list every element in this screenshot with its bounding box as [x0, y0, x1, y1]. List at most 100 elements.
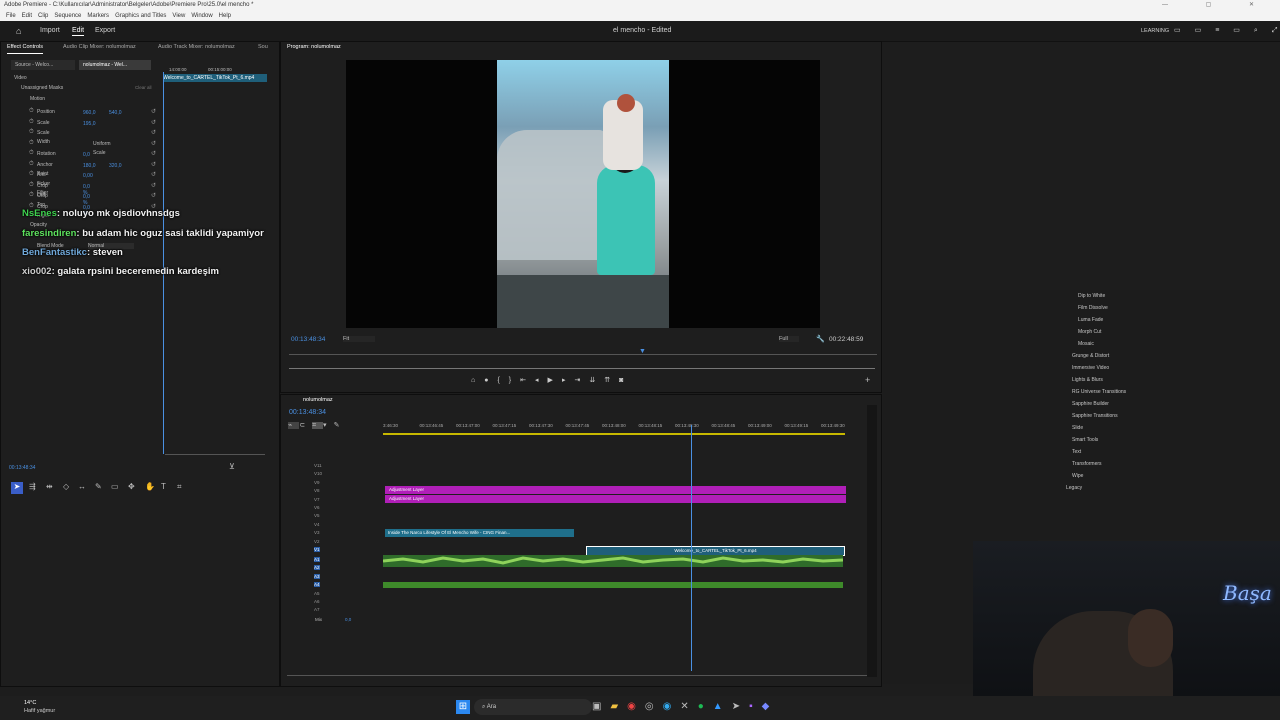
track-header-v1[interactable]: V1	[314, 547, 320, 552]
prop-value-1[interactable]: 960,0	[83, 110, 96, 116]
timeline-tab[interactable]: nolumolmaz	[303, 397, 333, 403]
track-header-v2[interactable]: V2	[314, 539, 320, 544]
audio-clip-a1[interactable]	[383, 555, 843, 567]
menu-item-view[interactable]: View	[172, 13, 185, 19]
stopwatch-icon[interactable]: ⏱	[29, 140, 34, 147]
add-button-icon[interactable]: +	[865, 375, 870, 385]
photos-icon[interactable]: ▲	[713, 701, 732, 712]
reset-icon[interactable]: ↺	[151, 119, 156, 126]
selection-tool-icon[interactable]: ➤	[11, 482, 23, 494]
spotify-icon[interactable]: ●	[698, 701, 713, 712]
program-zoom-bar[interactable]	[289, 368, 875, 369]
reset-icon[interactable]: ↺	[151, 140, 156, 147]
ec-playhead[interactable]	[163, 72, 164, 454]
track-header-a4[interactable]: A4	[314, 582, 320, 588]
timeline-ruler[interactable]: 3:46:30 00:13:46:45 00:13:47:00 00:13:47:15…	[383, 423, 845, 433]
edit-tab[interactable]: Edit	[72, 21, 85, 36]
program-playhead-icon[interactable]: ▼	[639, 348, 646, 355]
reset-icon[interactable]: ↺	[151, 161, 156, 168]
header-icons[interactable]: ▭▭≡▭⌕⤢	[1174, 21, 1280, 41]
effect-folder[interactable]: RG Universe Transitions	[1072, 389, 1126, 395]
menu-item-sequence[interactable]: Sequence	[54, 13, 81, 19]
mix-value[interactable]: 0,0	[345, 617, 351, 622]
learning-button[interactable]: LEARNING	[1141, 21, 1169, 41]
stopwatch-icon[interactable]: ⏱	[29, 129, 34, 136]
effect-folder[interactable]: Text	[1072, 449, 1081, 455]
track-header-v9[interactable]: V9	[314, 480, 320, 485]
effect-folder[interactable]: Grunge & Distort	[1072, 353, 1109, 359]
sequence-tab[interactable]: nolumolmaz - Wel...	[79, 60, 151, 70]
tab-audio-clip-mixer[interactable]: Audio Clip Mixer: nolumolmaz	[63, 42, 136, 53]
effect-folder[interactable]: Lights & Blurs	[1072, 377, 1103, 383]
effect-folder[interactable]: Sapphire Transitions	[1072, 413, 1118, 419]
menu-item-window[interactable]: Window	[191, 13, 212, 19]
track-header-a5[interactable]: A5	[314, 591, 320, 596]
track-header-a1[interactable]: A1	[314, 557, 320, 562]
effect-folder[interactable]: Immersive Video	[1072, 365, 1109, 371]
effect-item[interactable]: Mosaic	[1078, 341, 1094, 347]
snap-icon[interactable]: ⌁	[288, 422, 300, 429]
premiere-icon[interactable]: ▪	[749, 701, 762, 712]
taskbar-search[interactable]: ⌕ Ara	[474, 699, 592, 715]
ec-clip-bar[interactable]: Welcome_to_CARTEL_TikTok_Pt_6.mp4	[163, 74, 267, 82]
track-header-v11[interactable]: V11	[314, 463, 322, 468]
prop-value-1[interactable]: 195,0	[83, 121, 96, 127]
track-header-a2[interactable]: A2	[314, 565, 320, 571]
program-tab[interactable]: Program: nolumolmaz	[287, 44, 341, 50]
track-header-v3[interactable]: V3	[314, 530, 320, 535]
reset-icon[interactable]: ↺	[151, 108, 156, 115]
steam-icon[interactable]: ◎	[645, 701, 663, 712]
marker-icon[interactable]: ▾	[323, 422, 334, 429]
menu-item-help[interactable]: Help	[219, 13, 231, 19]
resolution-select[interactable]: Full	[779, 336, 799, 342]
menu-item-graphics-and-titles[interactable]: Graphics and Titles	[115, 13, 166, 19]
effect-folder[interactable]: Sapphire Builder	[1072, 401, 1109, 407]
step-forward-icon[interactable]: ▸⇥	[562, 377, 589, 384]
import-tab[interactable]: Import	[40, 21, 60, 41]
effect-item[interactable]: Morph Cut	[1078, 329, 1101, 335]
track-header-a7[interactable]: A7	[314, 607, 320, 612]
discord-icon[interactable]: ◆	[762, 701, 779, 712]
pen-tool-icon[interactable]: ✎	[95, 482, 102, 491]
razor-tool-icon[interactable]: ◇	[63, 482, 69, 491]
excel-icon[interactable]: ✕	[680, 701, 697, 712]
track-header-v7[interactable]: V7	[314, 497, 320, 502]
reset-icon[interactable]: ↺	[151, 171, 156, 178]
stopwatch-icon[interactable]: ⏱	[29, 182, 34, 189]
reset-icon[interactable]: ↺	[151, 150, 156, 157]
rectangle-tool-icon[interactable]: ▭	[111, 482, 119, 491]
effect-folder[interactable]: Smart Tools	[1072, 437, 1098, 443]
export-tab[interactable]: Export	[95, 21, 115, 41]
clear-all-button[interactable]: Clear all	[135, 85, 152, 90]
menu-item-edit[interactable]: Edit	[22, 13, 32, 19]
lift-extract-icon[interactable]: ⇊⇈	[589, 377, 619, 384]
track-header-a3[interactable]: A3	[314, 573, 320, 579]
effect-folder[interactable]: Slide	[1072, 425, 1083, 431]
effect-item[interactable]: Film Dissolve	[1078, 305, 1108, 311]
track-header-v4[interactable]: V4	[314, 522, 320, 527]
stopwatch-icon[interactable]: ⏱	[29, 171, 34, 178]
start-icon[interactable]: ⊞	[456, 700, 470, 714]
effect-folder[interactable]: Legacy	[1066, 485, 1082, 491]
marker-icon[interactable]: ●	[484, 377, 497, 384]
stopwatch-icon[interactable]: ⏱	[29, 119, 34, 126]
v3-clip[interactable]: Inside The Narco Lifestyle Of El Mencho …	[385, 529, 574, 537]
reset-icon[interactable]: ↺	[151, 182, 156, 189]
caption-tool-icon[interactable]: ⌗	[177, 482, 182, 492]
work-area-bar[interactable]	[383, 433, 845, 435]
track-header-v8[interactable]: V8	[314, 488, 320, 493]
play-icon[interactable]: ▶	[548, 377, 562, 384]
effect-folder[interactable]: Transformers	[1072, 461, 1102, 467]
ripple-tool-icon[interactable]: ⇹	[46, 482, 53, 491]
settings-icon[interactable]: ✎	[334, 422, 347, 429]
stopwatch-icon[interactable]: ⏱	[29, 108, 34, 115]
menu-item-markers[interactable]: Markers	[87, 13, 109, 19]
stopwatch-icon[interactable]: ⏱	[29, 161, 34, 168]
prop-value-1[interactable]: 0,0	[83, 152, 90, 158]
track-header-a6[interactable]: A6	[314, 599, 320, 604]
track-header-v5[interactable]: V5	[314, 513, 320, 518]
timeline-playhead[interactable]	[691, 425, 692, 671]
ec-scroll-bar[interactable]	[165, 454, 265, 455]
adjustment-layer-clip-1[interactable]: Adjustment Layer	[385, 486, 846, 494]
adjustment-layer-clip-2[interactable]: Adjustment Layer	[385, 495, 846, 503]
